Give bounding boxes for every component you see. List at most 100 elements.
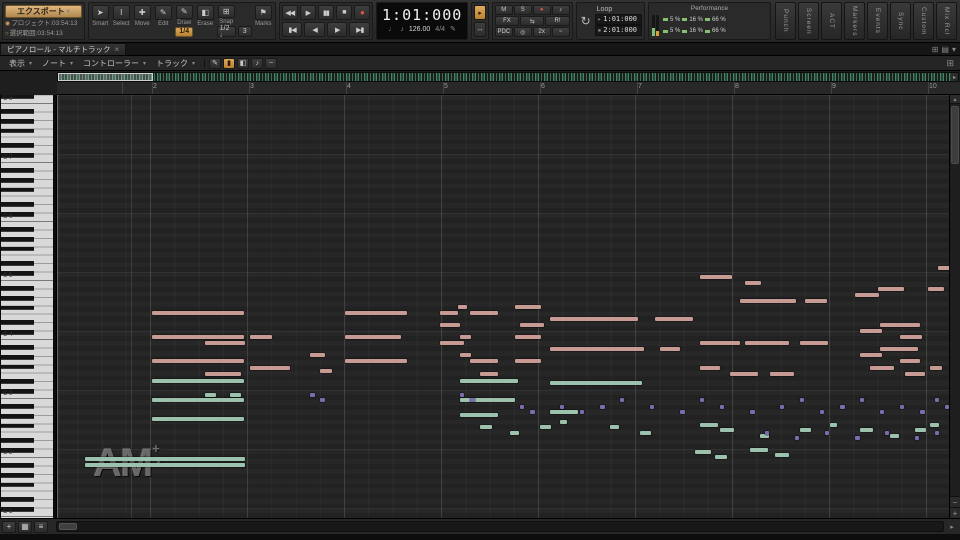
module-tab-punch[interactable]: Punch: [775, 2, 796, 40]
midi-note[interactable]: [540, 425, 551, 429]
midi-note[interactable]: [700, 423, 718, 427]
export-option[interactable]: ○選択範囲:03:54:13: [5, 29, 82, 39]
midi-note[interactable]: [930, 366, 942, 370]
midi-note[interactable]: [935, 398, 939, 402]
midi-note[interactable]: [515, 359, 541, 363]
midi-note[interactable]: [730, 372, 758, 376]
midi-note[interactable]: [750, 448, 768, 452]
midi-note[interactable]: [480, 425, 492, 429]
h-scroll-track[interactable]: [56, 521, 944, 532]
piano-keyboard[interactable]: C 8 C 7 C 6 C 5 C 4 C 3 C 2 C 1 C 0: [0, 95, 57, 518]
midi-note[interactable]: [320, 369, 332, 373]
grid-opts-button[interactable]: ▦: [18, 520, 32, 533]
midi-note[interactable]: [840, 405, 845, 409]
step-forward-button[interactable]: ▶: [326, 22, 348, 37]
midi-note[interactable]: [920, 410, 925, 414]
io-button[interactable]: ⇆: [520, 16, 545, 26]
midi-note[interactable]: [470, 359, 498, 363]
midi-note[interactable]: [860, 398, 864, 402]
erase-tool-icon[interactable]: ◧: [196, 5, 214, 20]
h-scroll-right-icon[interactable]: ▸: [946, 523, 958, 531]
midi-note[interactable]: [310, 353, 325, 357]
midi-note[interactable]: [550, 317, 638, 321]
bar-number-ruler[interactable]: 2 3 4 5 6 7 8 9 10: [57, 82, 960, 95]
midi-note[interactable]: [855, 436, 860, 440]
midi-note[interactable]: [600, 405, 605, 409]
audio-icon[interactable]: ♪: [400, 26, 404, 33]
midi-note[interactable]: [152, 398, 244, 402]
midi-note[interactable]: [520, 323, 544, 327]
keyboard-octave[interactable]: C 8: [1, 95, 53, 104]
keyboard-octave[interactable]: C 7: [1, 104, 53, 163]
grid-view-icon[interactable]: ⊞: [932, 45, 939, 54]
midi-note[interactable]: [458, 305, 467, 309]
midi-note[interactable]: [800, 398, 804, 402]
midi-note[interactable]: [152, 417, 244, 421]
midi-note[interactable]: [440, 311, 458, 315]
midi-note[interactable]: [905, 372, 925, 376]
black-key[interactable]: [1, 320, 34, 326]
midi-note[interactable]: [205, 341, 245, 345]
midi-note[interactable]: [460, 379, 518, 383]
keyboard-octave[interactable]: C 5: [1, 222, 53, 281]
midi-note[interactable]: [825, 431, 829, 435]
zoom-out-v-button[interactable]: −: [950, 496, 960, 507]
black-key[interactable]: [1, 379, 34, 385]
arm-button[interactable]: ●: [532, 5, 551, 15]
draw-tool-value[interactable]: 1/4: [175, 26, 194, 37]
midi-note[interactable]: [715, 455, 727, 459]
snap-toggle-icon[interactable]: ⊞: [217, 5, 235, 18]
stop-button[interactable]: ■: [335, 5, 352, 20]
draw-tool-icon[interactable]: ✎: [175, 5, 193, 19]
time-display[interactable]: 1:01:000: [379, 5, 465, 25]
loop-end-time[interactable]: ▪ 2:01:000: [594, 25, 642, 36]
midi-note[interactable]: [720, 405, 724, 409]
midi-note[interactable]: [885, 431, 889, 435]
midi-note[interactable]: [655, 317, 693, 321]
midi-note[interactable]: [345, 311, 407, 315]
midi-note[interactable]: [855, 293, 879, 297]
midi-note[interactable]: [345, 359, 407, 363]
loop-icon[interactable]: ↻: [579, 14, 593, 28]
export-option[interactable]: ◉プロジェクト:03:54:13: [5, 19, 82, 29]
black-key[interactable]: [1, 295, 34, 301]
menu-0[interactable]: 表示 ▾: [4, 58, 37, 69]
edit-tool-icon[interactable]: ✎: [154, 5, 172, 20]
black-key[interactable]: [1, 187, 34, 193]
midi-note[interactable]: [900, 359, 920, 363]
midi-note[interactable]: [695, 450, 711, 454]
step-back-button[interactable]: ◀: [304, 22, 325, 37]
move-tool-icon[interactable]: ✚: [133, 5, 151, 20]
midi-note[interactable]: [700, 341, 740, 345]
midi-note[interactable]: [480, 372, 498, 376]
speed-button[interactable]: 2x: [532, 27, 551, 37]
radio-icon[interactable]: ○: [5, 31, 9, 37]
black-key[interactable]: [1, 482, 34, 488]
black-key[interactable]: [1, 462, 34, 468]
midi-note[interactable]: [880, 323, 920, 327]
midi-note[interactable]: [85, 457, 245, 461]
midi-note[interactable]: [900, 335, 922, 339]
midi-note[interactable]: [440, 323, 460, 327]
black-key[interactable]: [1, 108, 34, 114]
module-tab-events[interactable]: Events: [867, 2, 888, 40]
midi-note[interactable]: [700, 275, 732, 279]
midi-note[interactable]: [650, 405, 654, 409]
midi-note[interactable]: [515, 305, 541, 309]
black-key[interactable]: [1, 246, 34, 252]
zoom-add-button[interactable]: +: [2, 520, 16, 533]
snap-toggle-value[interactable]: 1/2 ♩: [216, 25, 236, 39]
highlight-icon[interactable]: ▮: [223, 57, 236, 69]
module-tab-mix-rcl[interactable]: Mix Rcl: [936, 2, 957, 40]
mute-button[interactable]: M: [494, 5, 513, 15]
black-key[interactable]: [1, 344, 34, 350]
midi-note[interactable]: [250, 366, 290, 370]
midi-note[interactable]: [470, 398, 475, 402]
midi-note[interactable]: [900, 405, 904, 409]
black-key[interactable]: [1, 143, 34, 149]
marks-toggle-icon[interactable]: ⚑: [254, 5, 272, 20]
black-key[interactable]: [1, 128, 34, 134]
midi-note[interactable]: [830, 423, 837, 427]
sync-dot-button[interactable]: ◎: [513, 27, 532, 37]
midi-note[interactable]: [870, 366, 894, 370]
